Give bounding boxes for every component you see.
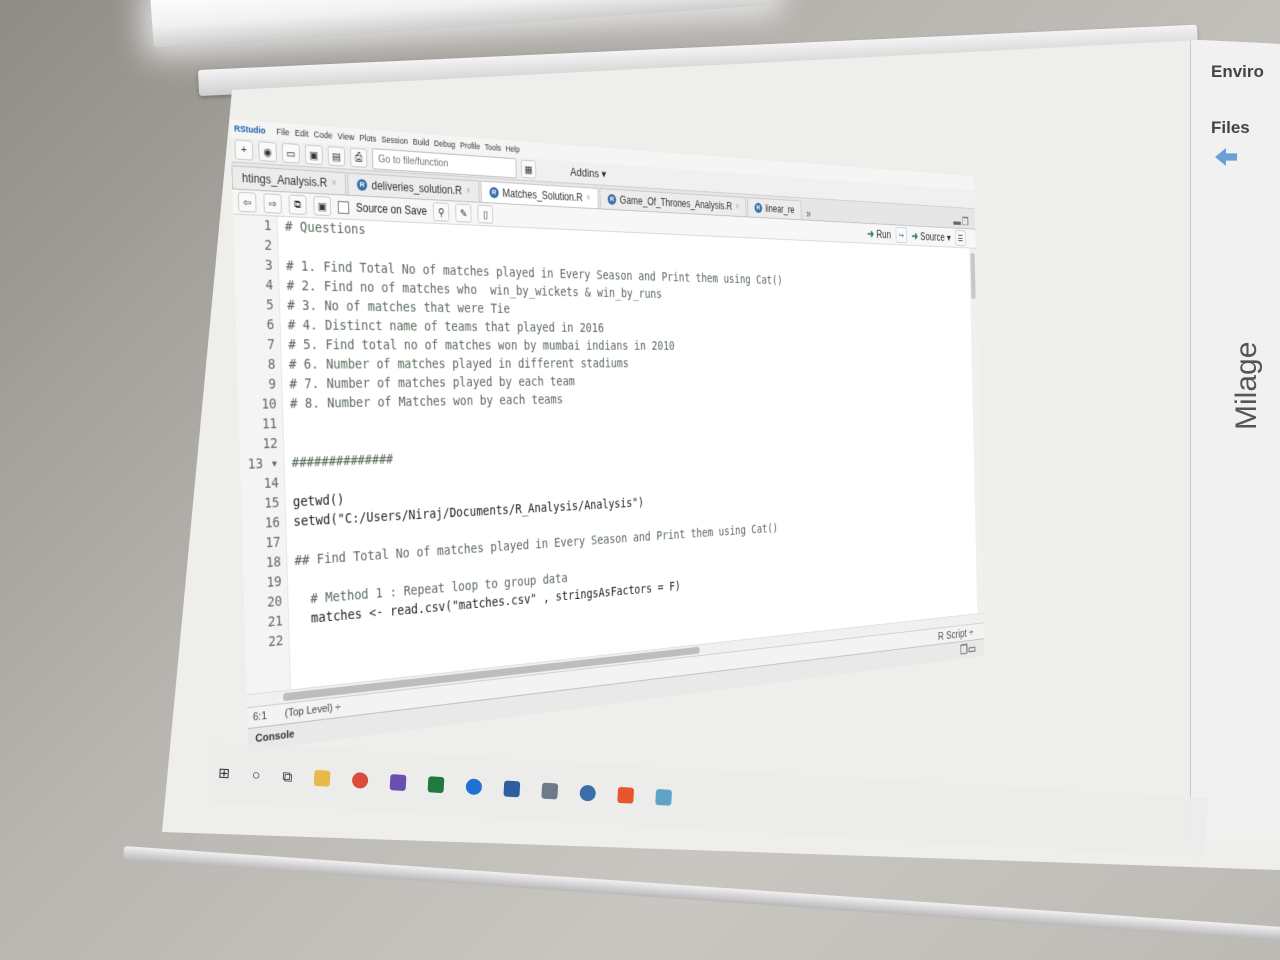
app-title: RStudio: [233, 123, 266, 136]
search-icon[interactable]: ⚲: [433, 202, 450, 222]
close-icon[interactable]: ×: [331, 178, 336, 189]
menu-view[interactable]: View: [338, 131, 355, 142]
close-icon[interactable]: ×: [466, 186, 471, 196]
vertical-scrollbar[interactable]: [969, 248, 984, 614]
git-icon[interactable]: [617, 786, 635, 804]
rstudio-taskbar-icon[interactable]: [579, 784, 597, 802]
print-icon[interactable]: ⎙: [349, 147, 368, 168]
source-on-save-label: Source on Save: [355, 200, 428, 218]
rerun-icon[interactable]: ↪: [895, 226, 908, 244]
new-project-icon[interactable]: ◉: [258, 141, 277, 163]
close-icon[interactable]: ×: [586, 193, 590, 203]
compile-report-icon[interactable]: ▯: [477, 204, 494, 224]
chrome-icon[interactable]: [351, 772, 369, 789]
app-icon[interactable]: [503, 780, 521, 798]
r-file-icon: R: [489, 186, 499, 199]
tab-linear-regression[interactable]: R linear_re: [747, 197, 802, 220]
tab-label: Matches_Solution.R: [502, 186, 583, 204]
code-lines[interactable]: # Questions # 1. Find Total No of matche…: [278, 217, 791, 690]
task-view-icon[interactable]: ⧉: [282, 768, 293, 785]
menu-code[interactable]: Code: [314, 129, 333, 140]
code-editor[interactable]: 1 2 3 4 5 6 7 8 9 10 11 12 13 ▾ 14 15 16…: [232, 214, 984, 695]
scrollbar-thumb[interactable]: [970, 252, 976, 299]
line-number: 15: [264, 495, 280, 512]
right-pane: Enviro Files: [1190, 40, 1280, 840]
wall-text: Milage: [1230, 341, 1263, 430]
code-line[interactable]: # 5. Find total no of matches won by mum…: [288, 335, 784, 355]
forward-icon[interactable]: ⇨: [263, 193, 282, 214]
save-icon[interactable]: ▣: [304, 144, 323, 166]
close-icon[interactable]: ×: [735, 202, 739, 211]
line-number: 3: [264, 257, 273, 274]
menu-build[interactable]: Build: [413, 137, 430, 148]
back-icon[interactable]: ⇦: [237, 191, 257, 213]
code-tools-icon[interactable]: ✎: [455, 203, 472, 223]
line-number: 12: [262, 435, 278, 453]
line-number: 5: [265, 297, 275, 314]
line-number: 2: [264, 237, 273, 254]
document-outline-icon[interactable]: ☰: [954, 230, 966, 246]
line-number: 9: [268, 376, 277, 393]
cursor-position: 6:1: [252, 710, 268, 724]
menu-profile[interactable]: Profile: [460, 140, 480, 151]
menu-session[interactable]: Session: [381, 135, 408, 146]
line-number: 17: [265, 534, 281, 552]
teamviewer-icon[interactable]: [465, 778, 483, 796]
run-arrow-icon: ➜: [867, 226, 875, 240]
tab-files[interactable]: Files: [1211, 118, 1250, 138]
chevron-down-icon[interactable]: ▾: [947, 231, 951, 244]
line-number: 10: [261, 396, 277, 413]
console-tab[interactable]: Console: [255, 728, 294, 745]
save-all-icon[interactable]: ▤: [327, 146, 346, 167]
line-number: 14: [263, 475, 280, 492]
menu-file[interactable]: File: [276, 127, 289, 138]
tab-label: htings_Analysis.R: [241, 170, 328, 190]
search-icon[interactable]: ○: [252, 766, 261, 782]
grid-icon[interactable]: ▦: [520, 159, 537, 179]
line-number: 6: [266, 317, 275, 334]
tab-label: linear_re: [765, 202, 795, 216]
mail-icon[interactable]: [541, 782, 559, 800]
restore-pane-icon[interactable]: ❐▭: [960, 641, 976, 658]
back-arrow-icon[interactable]: [1215, 148, 1237, 166]
line-number: 7: [267, 337, 276, 353]
file-explorer-icon[interactable]: [313, 769, 331, 787]
line-number: 22: [267, 633, 284, 651]
source-arrow-icon: ➜: [911, 228, 919, 242]
menu-plots[interactable]: Plots: [359, 133, 376, 144]
windows-start-icon[interactable]: ⊞: [218, 765, 231, 782]
rstudio-window: RStudio File Edit Code View Plots Sessio…: [230, 119, 985, 799]
show-in-window-icon[interactable]: ⧉: [288, 194, 307, 216]
notepad-icon[interactable]: [655, 788, 673, 806]
menu-help[interactable]: Help: [506, 144, 520, 154]
addins-menu[interactable]: Addins ▾: [570, 165, 606, 182]
minimize-maximize-icon[interactable]: ▬❐: [953, 215, 970, 229]
r-file-icon: R: [356, 178, 368, 192]
visual-studio-icon[interactable]: [389, 774, 407, 792]
source-on-save-checkbox[interactable]: [337, 200, 350, 214]
line-number[interactable]: 13 ▾: [240, 454, 279, 475]
line-number: 1: [263, 217, 272, 235]
save-file-icon[interactable]: ▣: [313, 195, 332, 217]
line-number: 4: [265, 277, 274, 294]
open-folder-icon[interactable]: ▭: [281, 142, 301, 164]
tab-environment[interactable]: Enviro: [1211, 62, 1264, 82]
tab-label: deliveries_solution.R: [371, 178, 463, 198]
source-label: Source: [920, 229, 945, 244]
new-file-icon[interactable]: +: [234, 139, 254, 161]
tab-label: Game_Of_Thrones_Analysis.R: [619, 193, 733, 213]
r-file-icon: R: [607, 193, 617, 205]
line-number: 11: [261, 416, 278, 433]
run-button[interactable]: ➜ Run: [867, 227, 891, 242]
run-label: Run: [876, 227, 892, 241]
r-file-icon: R: [754, 202, 763, 214]
source-button[interactable]: ➜ Source ▾: [911, 229, 951, 244]
menu-debug[interactable]: Debug: [434, 138, 456, 149]
tab-overflow-icon[interactable]: »: [806, 207, 811, 220]
menu-edit[interactable]: Edit: [295, 128, 309, 139]
excel-icon[interactable]: [427, 776, 445, 794]
line-number: 16: [264, 514, 281, 532]
line-number: 8: [267, 356, 276, 373]
menu-tools[interactable]: Tools: [485, 142, 502, 152]
